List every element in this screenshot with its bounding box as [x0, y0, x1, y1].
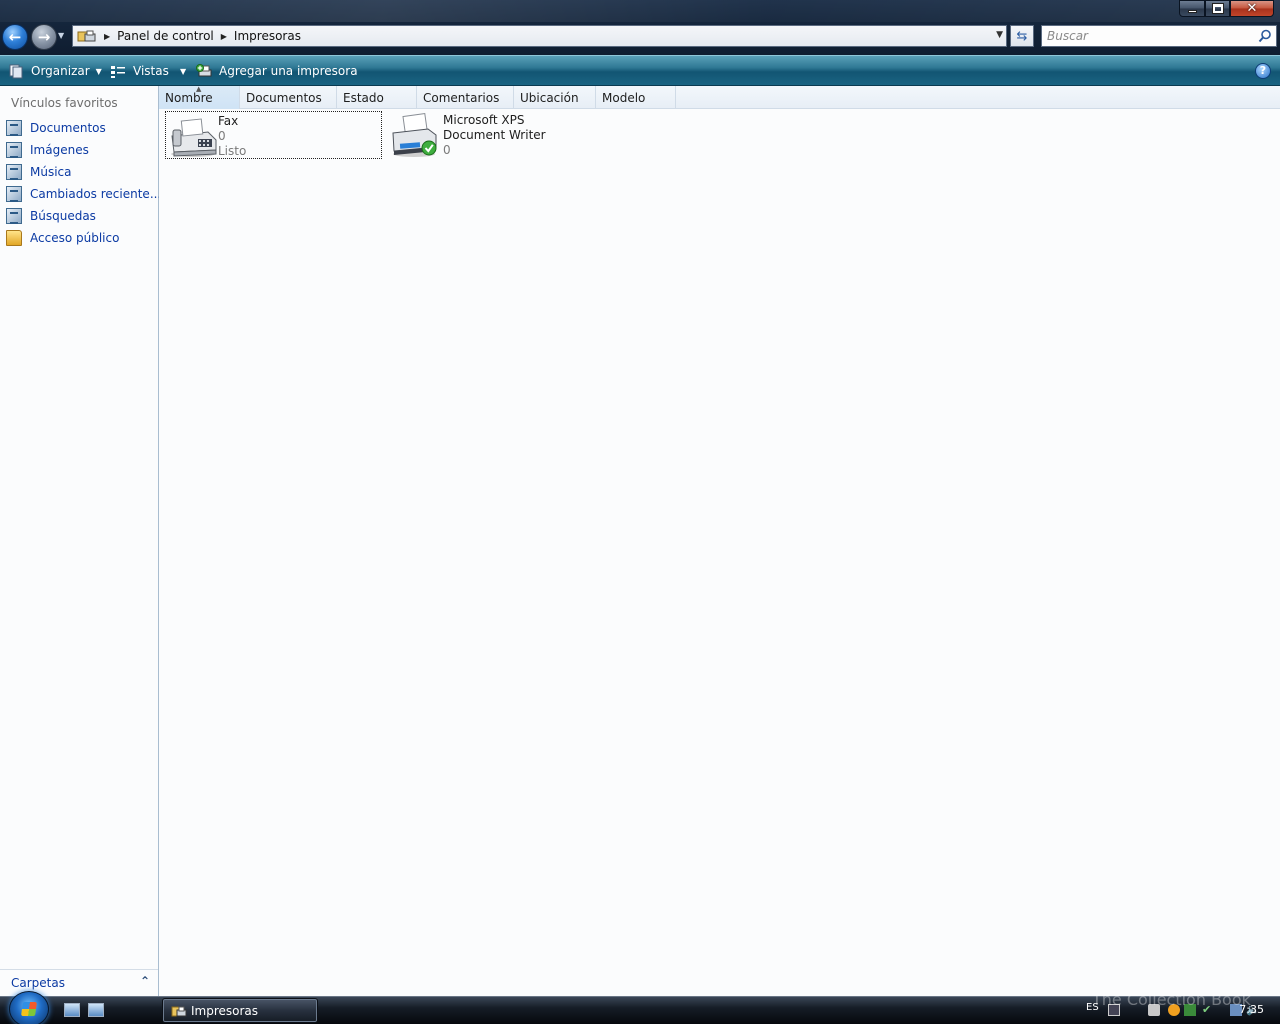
- refresh-icon: ⇆: [1016, 28, 1028, 44]
- sort-ascending-icon: ▲: [196, 85, 202, 93]
- watermark: The Collection Book: [1092, 990, 1251, 1009]
- taskbar-button-printers[interactable]: Impresoras: [162, 998, 318, 1023]
- fav-link-label: Imágenes: [30, 143, 89, 157]
- column-header-location[interactable]: Ubicación: [514, 86, 596, 109]
- column-header-comments[interactable]: Comentarios: [417, 86, 514, 109]
- documents-icon: [6, 120, 22, 136]
- fav-link-music[interactable]: Música: [6, 163, 72, 181]
- printer-icon: [390, 112, 440, 158]
- column-header-model[interactable]: Modelo: [596, 86, 676, 109]
- minimize-icon: [1187, 10, 1197, 13]
- chevron-up-icon: ⌃: [139, 974, 150, 988]
- public-folder-icon: [6, 230, 22, 246]
- organize-label: Organizar: [31, 64, 90, 78]
- fav-link-recent[interactable]: Cambiados reciente...: [6, 185, 161, 203]
- fav-link-public[interactable]: Acceso público: [6, 229, 119, 247]
- favorite-links-heading: Vínculos favoritos: [11, 96, 118, 110]
- column-header-status[interactable]: Estado: [337, 86, 417, 109]
- fav-link-pictures[interactable]: Imágenes: [6, 141, 89, 159]
- column-headers: ▲ Nombre Documentos Estado Comentarios U…: [159, 86, 1280, 109]
- help-icon[interactable]: ?: [1255, 63, 1271, 79]
- printer-document-count: 0: [218, 129, 226, 143]
- close-button[interactable]: ✕: [1230, 0, 1274, 17]
- add-printer-icon: [196, 63, 213, 79]
- printer-item-xps-writer[interactable]: Microsoft XPS Document Writer 0: [388, 111, 588, 159]
- address-dropdown-icon[interactable]: ▼: [996, 30, 1003, 40]
- printer-item-fax[interactable]: Fax 0 Listo: [165, 111, 382, 159]
- arrow-right-icon: →: [37, 27, 51, 46]
- views-label: Vistas: [133, 64, 169, 78]
- music-icon: [6, 164, 22, 180]
- organize-button[interactable]: Organizar ▼: [8, 61, 102, 81]
- back-button[interactable]: ←: [2, 24, 28, 50]
- fav-link-documents[interactable]: Documentos: [6, 119, 106, 137]
- maximize-icon: [1212, 4, 1223, 13]
- minimize-button[interactable]: [1179, 0, 1205, 17]
- searches-icon: [6, 208, 22, 224]
- add-printer-button[interactable]: Agregar una impresora: [196, 61, 358, 81]
- fav-link-label: Búsquedas: [30, 209, 96, 223]
- folders-label: Carpetas: [11, 976, 65, 990]
- recent-pages-dropdown[interactable]: ▼: [58, 31, 64, 40]
- printer-status: Listo: [218, 144, 247, 158]
- column-header-label: Comentarios: [423, 90, 500, 105]
- file-list[interactable]: ▲ Nombre Documentos Estado Comentarios U…: [159, 86, 1280, 996]
- command-bar: Organizar ▼ Vistas ▼ Agregar una impreso…: [0, 55, 1280, 86]
- column-header-label: Estado: [343, 90, 384, 105]
- views-dropdown[interactable]: ▼: [174, 61, 186, 81]
- printers-folder-icon: [77, 28, 97, 44]
- views-icon: [110, 64, 127, 79]
- fav-link-label: Música: [30, 165, 72, 179]
- views-button[interactable]: Vistas: [110, 61, 169, 81]
- window-controls: ✕: [1179, 0, 1274, 17]
- column-header-label: Ubicación: [520, 90, 579, 105]
- arrow-left-icon: ←: [8, 27, 22, 46]
- chevron-down-icon: ▼: [180, 66, 187, 76]
- printer-name: Fax: [218, 114, 239, 128]
- close-icon: ✕: [1246, 1, 1258, 16]
- fav-link-searches[interactable]: Búsquedas: [6, 207, 96, 225]
- printer-name: Microsoft XPS Document Writer: [443, 113, 546, 142]
- column-header-label: Modelo: [602, 90, 646, 105]
- navigation-pane: Vínculos favoritos Documentos Imágenes M…: [0, 86, 161, 996]
- fav-link-label: Acceso público: [30, 231, 120, 245]
- search-box[interactable]: [1041, 25, 1277, 47]
- recent-icon: [6, 186, 22, 202]
- address-bar[interactable]: ▶ Panel de control ▶ Impresoras ▼: [72, 25, 1007, 47]
- fav-link-label: Cambiados reciente...: [30, 187, 162, 201]
- pictures-icon: [6, 142, 22, 158]
- column-header-label: Documentos: [246, 90, 322, 105]
- chevron-down-icon: ▼: [95, 66, 102, 76]
- fax-icon: [168, 114, 218, 159]
- switch-windows-icon[interactable]: [64, 1003, 80, 1017]
- fav-link-label: Documentos: [30, 121, 106, 135]
- breadcrumb-control-panel[interactable]: Panel de control: [117, 29, 214, 43]
- printers-folder-icon: [171, 1003, 187, 1019]
- start-button[interactable]: [9, 991, 49, 1024]
- breadcrumb-printers[interactable]: Impresoras: [234, 29, 301, 43]
- search-icon[interactable]: [1258, 29, 1272, 43]
- show-desktop-icon[interactable]: [88, 1003, 104, 1017]
- add-printer-label: Agregar una impresora: [219, 64, 358, 78]
- column-header-label: Nombre: [165, 90, 213, 105]
- column-header-documents[interactable]: Documentos: [240, 86, 337, 109]
- taskbar-button-label: Impresoras: [191, 1003, 259, 1018]
- column-header-name[interactable]: ▲ Nombre: [159, 86, 240, 109]
- breadcrumb-separator-icon[interactable]: ▶: [104, 32, 110, 41]
- refresh-button[interactable]: ⇆: [1010, 25, 1034, 47]
- maximize-button[interactable]: [1205, 0, 1230, 17]
- search-input[interactable]: [1047, 29, 1247, 43]
- forward-button[interactable]: →: [31, 24, 57, 50]
- breadcrumb-separator-icon[interactable]: ▶: [221, 32, 227, 41]
- printer-document-count: 0: [443, 143, 451, 157]
- organize-icon: [8, 64, 25, 79]
- taskbar: Impresoras ES ✔ 🔈 7:35: [0, 991, 1280, 1024]
